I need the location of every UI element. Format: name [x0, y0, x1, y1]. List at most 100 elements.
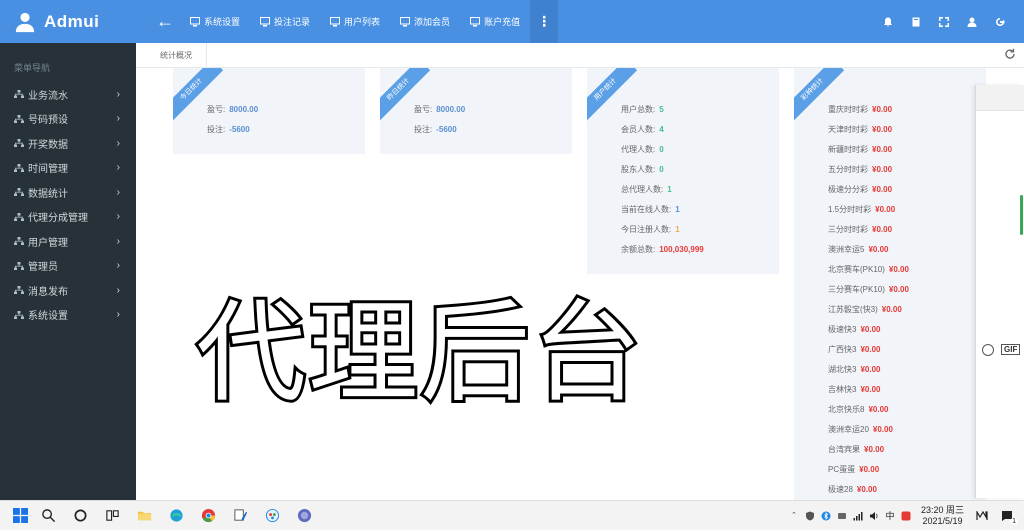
lottery-value: ¥0.00: [872, 185, 893, 194]
stat-row: 股东人数: 0: [621, 164, 664, 175]
chevron-up-icon[interactable]: ˆ: [787, 501, 801, 531]
sidebar-item-label: 用户管理: [28, 237, 68, 249]
sogou-input-icon[interactable]: [899, 501, 913, 531]
sidebar-item[interactable]: 用户管理 ›: [0, 229, 136, 254]
today-stats-card: 今日统计 盈亏: 8000.00 投注: -5600: [173, 68, 365, 154]
lottery-label: 澳洲幸运5: [828, 245, 865, 254]
more-vertical-icon[interactable]: ⋮: [530, 0, 559, 43]
fullscreen-icon[interactable]: [930, 0, 958, 43]
nav-label: 账户充值: [484, 17, 521, 27]
lottery-row: 澳洲幸运5 ¥0.00: [828, 244, 888, 255]
nav-label: 添加会员: [414, 17, 451, 27]
lottery-value: ¥0.00: [859, 465, 880, 474]
stat-label: 会员人数:: [621, 125, 656, 134]
sidebar: 菜单导航 业务流水 › 号码预设 › 开奖数据 › 时间管理 › 数据统计 › 代理分成管…: [0, 43, 136, 500]
file-explorer-icon[interactable]: [128, 501, 160, 531]
sitemap-icon: [14, 90, 24, 99]
book-icon[interactable]: [902, 0, 930, 43]
stat-row: 今日注册人数: 1: [621, 224, 680, 235]
stat-value: 1: [667, 185, 672, 194]
lottery-label: 台湾宾果: [828, 445, 860, 454]
notification-icon[interactable]: 1: [996, 501, 1018, 531]
photos-app-icon[interactable]: [256, 501, 288, 531]
nav-add-member[interactable]: 添加会员: [390, 0, 460, 43]
nav-bet-records[interactable]: 投注记录: [250, 0, 320, 43]
sidebar-item[interactable]: 开奖数据 ›: [0, 131, 136, 156]
sitemap-icon: [14, 163, 24, 172]
lottery-label: 吉林快3: [828, 385, 857, 394]
sidebar-item-label: 开奖数据: [28, 139, 68, 151]
lottery-value: ¥0.00: [888, 265, 909, 274]
edge-icon[interactable]: [160, 501, 192, 531]
monitor-icon: [260, 16, 271, 26]
user-logo-icon: [15, 12, 35, 32]
bell-icon[interactable]: [874, 0, 902, 43]
lottery-value: ¥0.00: [872, 145, 893, 154]
lottery-label: 澳洲幸运20: [828, 425, 869, 434]
speaker-icon[interactable]: [867, 501, 881, 531]
sidebar-item[interactable]: 消息发布 ›: [0, 278, 136, 303]
avatar-app-icon[interactable]: [288, 501, 320, 531]
stat-row: 盈亏: 8000.00: [207, 104, 258, 115]
nav-system-settings[interactable]: 系统设置: [180, 0, 250, 43]
lottery-label: PC蛋蛋: [828, 465, 856, 474]
app-tray-icon[interactable]: [835, 501, 849, 531]
lottery-value: ¥0.00: [864, 445, 885, 454]
lottery-value: ¥0.00: [860, 325, 881, 334]
lottery-row: 台湾宾果 ¥0.00: [828, 444, 884, 455]
nav-user-list[interactable]: 用户列表: [320, 0, 390, 43]
tab-statistics-overview[interactable]: 统计概况: [146, 43, 207, 68]
gif-button[interactable]: GIF: [1001, 344, 1021, 355]
sidebar-item[interactable]: 管理员 ›: [0, 254, 136, 279]
user-icon[interactable]: [958, 0, 986, 43]
lottery-label: 1.5分时时彩: [828, 205, 872, 214]
stat-label: 余额总数:: [621, 245, 656, 254]
stat-label: 今日注册人数:: [621, 225, 672, 234]
ime-indicator[interactable]: 中: [883, 501, 897, 531]
lottery-value: ¥0.00: [860, 365, 881, 374]
stat-value: 1: [675, 205, 680, 214]
chrome-icon[interactable]: [192, 501, 224, 531]
lottery-label: 北京赛车(PK10): [828, 265, 885, 274]
paint-app-icon[interactable]: [224, 501, 256, 531]
top-right-icons: [874, 0, 1024, 43]
sidebar-item[interactable]: 时间管理 ›: [0, 156, 136, 181]
sidebar-item[interactable]: 代理分成管理 ›: [0, 205, 136, 230]
shield-icon[interactable]: [803, 501, 817, 531]
brand[interactable]: Admui: [0, 0, 136, 43]
network-icon[interactable]: [851, 501, 865, 531]
taskbar-clock[interactable]: 23:20 周三 2021/5/19: [915, 505, 970, 527]
sidebar-item[interactable]: 业务流水 ›: [0, 82, 136, 107]
search-icon[interactable]: [32, 501, 64, 531]
nav-account-recharge[interactable]: 账户充值: [460, 0, 530, 43]
stat-label: 代理人数:: [621, 145, 656, 154]
sidebar-item-label: 数据统计: [28, 188, 68, 200]
logout-icon[interactable]: [986, 0, 1014, 43]
lottery-label: 极速分分彩: [828, 185, 868, 194]
sitemap-icon: [14, 237, 24, 246]
brand-name: Admui: [44, 11, 100, 31]
chevron-right-icon: ›: [116, 284, 120, 296]
stat-row: 余额总数: 100,030,999: [621, 244, 704, 255]
back-arrow-icon[interactable]: ←: [150, 11, 180, 32]
lottery-label: 江苏骰宝(快3): [828, 305, 878, 314]
sidebar-item[interactable]: 系统设置 ›: [0, 303, 136, 328]
lottery-label: 北京快乐8: [828, 405, 865, 414]
lottery-row: 北京快乐8 ¥0.00: [828, 404, 888, 415]
stat-value: 0: [659, 145, 664, 154]
lottery-row: 新疆时时彩 ¥0.00: [828, 144, 892, 155]
stat-row: 盈亏: 8000.00: [414, 104, 465, 115]
emoji-icon[interactable]: [982, 344, 994, 356]
stat-label: 盈亏:: [414, 105, 433, 114]
sidebar-item[interactable]: 号码预设 ›: [0, 107, 136, 132]
sidebar-item[interactable]: 数据统计 ›: [0, 180, 136, 205]
windows-start-icon[interactable]: [8, 501, 32, 531]
main-content: 今日统计 盈亏: 8000.00 投注: -5600 昨日统计 盈亏: 8000.00…: [136, 68, 1024, 500]
mail-app-icon[interactable]: [972, 501, 994, 531]
bluetooth-icon[interactable]: [819, 501, 833, 531]
refresh-icon[interactable]: [1004, 48, 1016, 60]
cortana-icon[interactable]: [64, 501, 96, 531]
task-view-icon[interactable]: [96, 501, 128, 531]
lottery-value: ¥0.00: [860, 345, 881, 354]
scroll-handle[interactable]: [1020, 195, 1023, 235]
